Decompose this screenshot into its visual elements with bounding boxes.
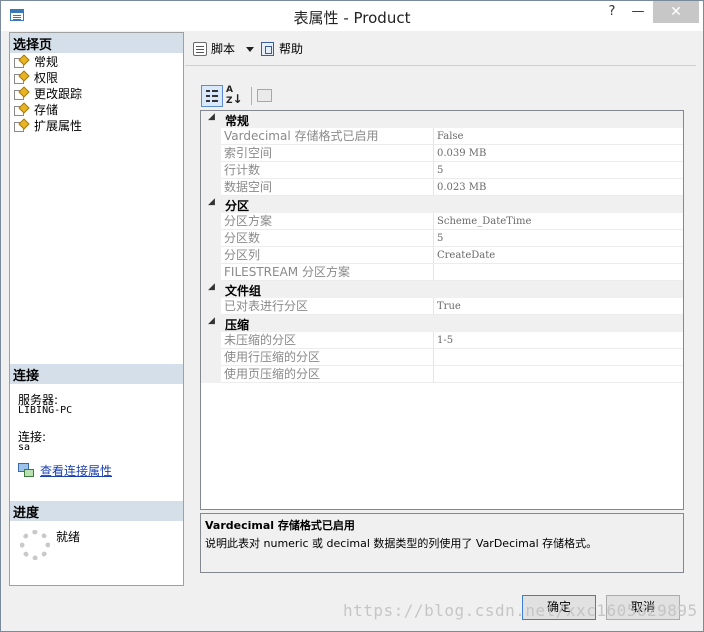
nav-item-label: 扩展属性 — [34, 119, 83, 133]
property-value: 0.039 MB — [434, 145, 683, 162]
nav-item-label: 权限 — [34, 71, 59, 85]
category-filegroup[interactable]: ◢ 文件组 — [201, 281, 683, 298]
property-name: 分区数 — [221, 230, 434, 247]
property-value — [434, 264, 683, 281]
property-row[interactable]: 已对表进行分区 True — [201, 298, 683, 315]
category-compression[interactable]: ◢ 压缩 — [201, 315, 683, 332]
close-button[interactable]: ✕ — [653, 1, 699, 23]
categorized-view-button[interactable] — [201, 85, 223, 107]
page-wand-icon — [14, 54, 30, 68]
nav-item-storage[interactable]: 存储 — [14, 102, 58, 118]
page-wand-icon — [14, 70, 30, 84]
view-connection-properties-link[interactable]: 查看连接属性 — [18, 462, 112, 479]
select-page-header: 选择页 — [10, 33, 183, 53]
property-row[interactable]: 未压缩的分区 1-5 — [201, 332, 683, 349]
property-value: True — [434, 298, 683, 315]
property-row[interactable]: 分区方案 Scheme_DateTime — [201, 213, 683, 230]
property-value — [434, 366, 683, 383]
table-properties-window: 表属性 - Product ? — ✕ 选择页 常规 权限 更改跟踪 存储 扩展… — [0, 0, 704, 632]
property-pages-button[interactable] — [257, 89, 272, 102]
minimize-button[interactable]: — — [625, 1, 651, 23]
property-row[interactable]: 行计数 5 — [201, 162, 683, 179]
property-name: 分区方案 — [221, 213, 434, 230]
property-name: 使用页压缩的分区 — [221, 366, 434, 383]
help-button[interactable]: 帮助 — [261, 41, 303, 57]
category-label: 分区 — [225, 199, 250, 213]
page-wand-icon — [14, 118, 30, 132]
property-name: 行计数 — [221, 162, 434, 179]
category-label: 常规 — [225, 114, 250, 128]
collapse-triangle-icon[interactable]: ◢ — [208, 282, 215, 292]
progress-header: 进度 — [10, 501, 183, 521]
link-label: 查看连接属性 — [40, 464, 113, 478]
alphabetical-sort-button[interactable]: A Z↓ — [226, 86, 246, 106]
help-window-button[interactable]: ? — [599, 1, 625, 23]
property-grid: ◢ 常规 Vardecimal 存储格式已启用 False 索引空间 0.039… — [200, 110, 684, 510]
property-row[interactable]: 数据空间 0.023 MB — [201, 179, 683, 196]
category-partition[interactable]: ◢ 分区 — [201, 196, 683, 213]
property-value: 1-5 — [434, 332, 683, 349]
property-name: 索引空间 — [221, 145, 434, 162]
help-book-icon — [261, 42, 274, 56]
description-title: Vardecimal 存储格式已启用 — [205, 519, 355, 532]
collapse-triangle-icon[interactable]: ◢ — [208, 112, 215, 122]
toolbar-separator — [251, 87, 252, 105]
description-pane: Vardecimal 存储格式已启用 说明此表对 numeric 或 decim… — [200, 513, 684, 573]
property-row[interactable]: FILESTREAM 分区方案 — [201, 264, 683, 281]
property-row[interactable]: 分区数 5 — [201, 230, 683, 247]
collapse-triangle-icon[interactable]: ◢ — [208, 316, 215, 326]
ok-button[interactable]: 确定 — [522, 595, 596, 620]
property-name: Vardecimal 存储格式已启用 — [221, 128, 434, 145]
nav-item-permissions[interactable]: 权限 — [14, 70, 58, 86]
property-value: 5 — [434, 230, 683, 247]
category-label: 文件组 — [225, 284, 262, 298]
category-label: 压缩 — [225, 318, 250, 332]
server-value: LIBING-PC — [18, 405, 73, 416]
property-value — [434, 349, 683, 366]
connection-value: sa — [18, 442, 31, 453]
property-row[interactable]: Vardecimal 存储格式已启用 False — [201, 128, 683, 145]
collapse-triangle-icon[interactable]: ◢ — [208, 197, 215, 207]
nav-item-extended-properties[interactable]: 扩展属性 — [14, 118, 82, 134]
property-row[interactable]: 索引空间 0.039 MB — [201, 145, 683, 162]
window-title: 表属性 - Product — [293, 9, 411, 27]
property-name: 使用行压缩的分区 — [221, 349, 434, 366]
property-value: False — [434, 128, 683, 145]
property-value: Scheme_DateTime — [434, 213, 683, 230]
cancel-button[interactable]: 取消 — [606, 595, 680, 620]
page-wand-icon — [14, 86, 30, 100]
title-bar: 表属性 - Product ? — ✕ — [1, 1, 703, 31]
progress-spinner-icon — [20, 530, 50, 560]
script-label: 脚本 — [211, 42, 236, 56]
property-name: FILESTREAM 分区方案 — [221, 264, 434, 281]
connection-properties-icon — [18, 463, 34, 477]
property-name: 未压缩的分区 — [221, 332, 434, 349]
property-name: 分区列 — [221, 247, 434, 264]
progress-status: 就绪 — [56, 530, 81, 544]
nav-item-general[interactable]: 常规 — [14, 54, 58, 70]
category-general[interactable]: ◢ 常规 — [201, 111, 683, 128]
property-name: 数据空间 — [221, 179, 434, 196]
property-row[interactable]: 使用行压缩的分区 — [201, 349, 683, 366]
nav-item-label: 存储 — [34, 103, 59, 117]
connection-header: 连接 — [10, 364, 183, 384]
property-value: 0.023 MB — [434, 179, 683, 196]
property-row[interactable]: 使用页压缩的分区 — [201, 366, 683, 383]
property-value: 5 — [434, 162, 683, 179]
nav-item-label: 常规 — [34, 55, 59, 69]
nav-item-change-tracking[interactable]: 更改跟踪 — [14, 86, 82, 102]
script-dropdown-arrow-icon[interactable] — [246, 47, 254, 52]
property-row[interactable]: 分区列 CreateDate — [201, 247, 683, 264]
left-panel: 选择页 常规 权限 更改跟踪 存储 扩展属性 连接 服务器: LIBING-PC… — [9, 32, 184, 586]
description-text: 说明此表对 numeric 或 decimal 数据类型的列使用了 VarDec… — [205, 537, 598, 550]
toolbar: 脚本 帮助 — [185, 32, 696, 66]
property-value: CreateDate — [434, 247, 683, 264]
help-label: 帮助 — [279, 42, 304, 56]
script-button[interactable]: 脚本 — [193, 41, 235, 57]
script-icon — [193, 42, 207, 56]
nav-item-label: 更改跟踪 — [34, 87, 83, 101]
page-wand-icon — [14, 102, 30, 116]
property-grid-toolbar: A Z↓ — [201, 85, 301, 107]
property-name: 已对表进行分区 — [221, 298, 434, 315]
